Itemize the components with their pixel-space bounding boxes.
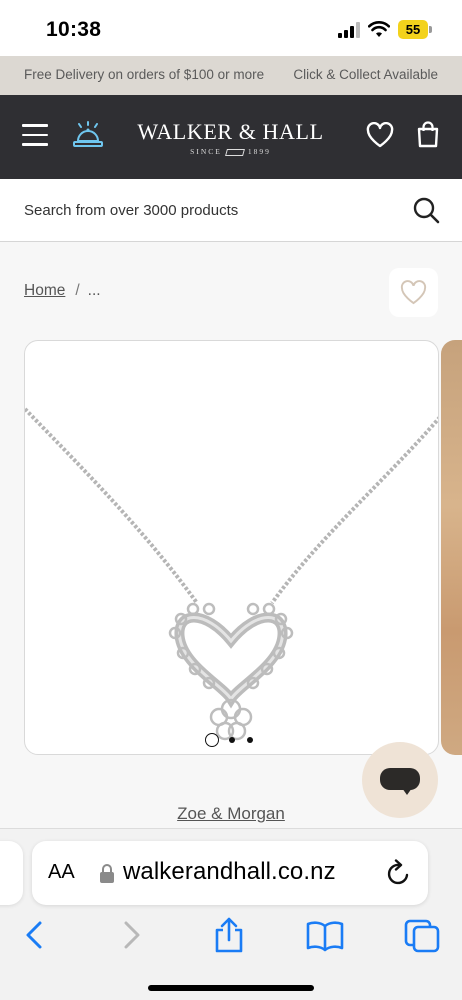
hamburger-icon[interactable] [22, 124, 48, 146]
gallery-dot-3[interactable] [247, 737, 253, 743]
brand-since: SINCE 1899 [190, 147, 271, 156]
battery-tip [429, 26, 432, 33]
product-image [25, 407, 438, 741]
bookmarks-icon[interactable] [306, 917, 344, 953]
lock-icon [100, 864, 114, 883]
breadcrumb-current[interactable]: ... [88, 282, 101, 299]
product-brand-link[interactable]: Zoe & Morgan [0, 804, 462, 824]
promo-delivery[interactable]: Free Delivery on orders of $100 or more [24, 67, 264, 82]
home-indicator [148, 985, 314, 991]
url-text[interactable]: walkerandhall.co.nz [123, 858, 336, 886]
status-bar: 10:38 55 [0, 0, 462, 56]
battery-indicator: 55 [398, 20, 428, 39]
site-header: WALKER & HALL SINCE 1899 [0, 95, 462, 179]
heart-icon[interactable] [366, 122, 394, 148]
bell-icon[interactable] [71, 121, 105, 149]
search-input[interactable]: Search from over 3000 products [24, 202, 238, 219]
brand-logo[interactable]: WALKER & HALL SINCE 1899 [128, 119, 333, 156]
gallery-dot-2[interactable] [229, 737, 235, 743]
tabs-icon[interactable] [404, 917, 440, 953]
breadcrumb: Home /... [24, 282, 101, 300]
promo-click-collect[interactable]: Click & Collect Available [293, 67, 438, 82]
search-icon[interactable] [412, 196, 440, 224]
address-bar[interactable]: AA walkerandhall.co.nz [32, 841, 428, 905]
browser-toolbar: AA walkerandhall.co.nz [0, 828, 462, 1000]
search-bar[interactable]: Search from over 3000 products [0, 179, 462, 242]
reader-settings-button[interactable]: AA [48, 861, 75, 884]
bag-icon[interactable] [416, 120, 440, 148]
previous-tab-peek[interactable] [0, 841, 23, 905]
wishlist-button[interactable] [389, 268, 438, 317]
chat-icon [380, 768, 420, 790]
reload-icon[interactable] [386, 859, 412, 887]
next-product-image[interactable] [441, 340, 462, 755]
forward-icon[interactable] [120, 917, 144, 953]
gallery-dot-1[interactable] [205, 733, 219, 747]
gallery-pagination[interactable] [205, 733, 265, 749]
brand-name: WALKER & HALL [137, 119, 324, 144]
status-time: 10:38 [46, 18, 102, 41]
wifi-icon [368, 21, 390, 37]
breadcrumb-home[interactable]: Home [24, 282, 65, 299]
product-image-gallery[interactable] [24, 340, 439, 755]
back-icon[interactable] [22, 917, 46, 953]
breadcrumb-separator: / [75, 282, 80, 299]
share-icon[interactable] [212, 917, 246, 953]
wishlist-heart-icon [400, 280, 427, 305]
signal-icon [338, 22, 360, 38]
promo-strip: Free Delivery on orders of $100 or more … [0, 56, 462, 95]
